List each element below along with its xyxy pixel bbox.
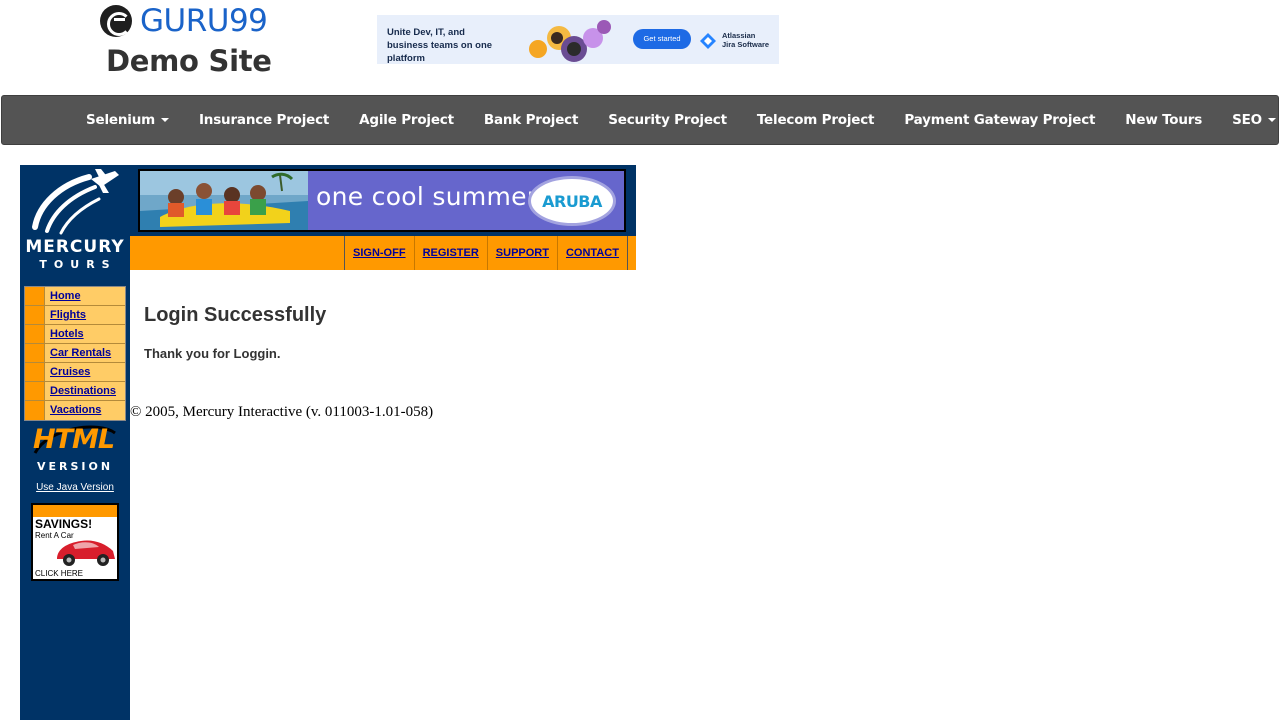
nav-bank-project[interactable]: Bank Project: [469, 96, 593, 144]
side-menu-link-flights[interactable]: Flights: [45, 306, 86, 324]
html-version-big: HTML: [33, 424, 115, 455]
side-menu-item-home: Home: [25, 287, 125, 306]
nav-security-project[interactable]: Security Project: [593, 96, 742, 144]
brand-name: GURU99: [140, 3, 268, 39]
nav-new-tours[interactable]: New Tours: [1110, 96, 1217, 144]
support-link[interactable]: SUPPORT: [488, 236, 558, 270]
use-java-version-link[interactable]: Use Java Version: [20, 482, 130, 493]
main-navbar: Selenium Insurance Project Agile Project…: [1, 95, 1279, 145]
side-menu-link-car-rentals[interactable]: Car Rentals: [45, 344, 111, 362]
ad-people-illustration: [525, 18, 617, 62]
red-car-icon: [57, 540, 115, 566]
sign-off-link[interactable]: SIGN-OFF: [345, 236, 415, 270]
advertisement-banner[interactable]: Unite Dev, IT, and business teams on one…: [377, 15, 779, 64]
nav-selenium-label: Selenium: [86, 112, 155, 128]
guru99-logo[interactable]: GURU99 Demo Site: [100, 4, 272, 80]
register-link[interactable]: REGISTER: [415, 236, 488, 270]
ad-atlassian-brand: Atlassian Jira Software: [699, 29, 777, 51]
mercury-logo-line2: TOURS: [39, 258, 117, 271]
aruba-ad-banner[interactable]: one cool summer ARUBA: [138, 169, 626, 232]
contact-link[interactable]: CONTACT: [558, 236, 628, 270]
html-version-logo: HTML VERSION: [29, 423, 121, 479]
side-menu-link-destinations[interactable]: Destinations: [45, 382, 116, 400]
menu-bullet: [25, 325, 45, 343]
nav-seo[interactable]: SEO: [1217, 96, 1280, 144]
side-menu-item-hotels: Hotels: [25, 325, 125, 344]
nav-agile-project[interactable]: Agile Project: [344, 96, 469, 144]
ad-brand-line2: Jira Software: [722, 40, 770, 49]
menu-bullet: [25, 306, 45, 324]
mercury-logo-line1: MERCURY: [25, 237, 125, 257]
savings-ad-title: SAVINGS!: [35, 517, 93, 531]
aruba-banner-text: one cool summer: [316, 182, 538, 211]
savings-ad[interactable]: SAVINGS! Rent A Car CLICK HERE: [31, 503, 119, 581]
side-menu-item-destinations: Destinations: [25, 382, 125, 401]
caret-down-icon: [160, 118, 169, 122]
menu-bullet: [25, 363, 45, 381]
jira-icon: [700, 33, 716, 49]
nav-insurance-project[interactable]: Insurance Project: [184, 96, 344, 144]
side-menu-link-cruises[interactable]: Cruises: [45, 363, 90, 381]
ad-get-started-button[interactable]: Get started: [633, 29, 691, 49]
nav-selenium[interactable]: Selenium: [71, 96, 184, 144]
side-menu-item-car-rentals: Car Rentals: [25, 344, 125, 363]
mercury-sidebar: MERCURY TOURS Home Flights Hotels Car Re…: [20, 165, 130, 720]
mercury-tours-logo: MERCURY TOURS: [25, 169, 125, 277]
login-thank-you-message: Thank you for Loggin.: [144, 346, 281, 361]
nav-seo-label: SEO: [1232, 112, 1262, 128]
mercury-side-menu: Home Flights Hotels Car Rentals Cruises …: [24, 286, 126, 421]
mercury-top-banner: one cool summer ARUBA: [130, 165, 636, 236]
brand-subtitle: Demo Site: [106, 44, 272, 78]
side-menu-link-vacations[interactable]: Vacations: [45, 401, 101, 420]
aruba-logo-text: ARUBA: [542, 192, 602, 211]
side-menu-item-cruises: Cruises: [25, 363, 125, 382]
html-version-sub: VERSION: [36, 460, 114, 473]
nav-telecom-project[interactable]: Telecom Project: [742, 96, 889, 144]
side-menu-item-vacations: Vacations: [25, 401, 125, 420]
guru99-logo-icon: [100, 5, 132, 37]
savings-ad-stripe: [33, 505, 117, 517]
side-menu-link-hotels[interactable]: Hotels: [45, 325, 84, 343]
menu-bullet: [25, 401, 45, 420]
menu-bullet: [25, 382, 45, 400]
ad-brand-line1: Atlassian: [722, 31, 756, 40]
menu-bullet: [25, 344, 45, 362]
nav-payment-gateway-project[interactable]: Payment Gateway Project: [889, 96, 1110, 144]
copyright-footer: © 2005, Mercury Interactive (v. 011003-1…: [130, 404, 434, 420]
mercury-top-nav: SIGN-OFF REGISTER SUPPORT CONTACT: [130, 236, 636, 270]
login-success-heading: Login Successfully: [144, 304, 327, 326]
menu-bullet: [25, 287, 45, 305]
airplane-icon: [32, 169, 119, 235]
beach-photo: [140, 171, 308, 230]
side-menu-item-flights: Flights: [25, 306, 125, 325]
aruba-logo: ARUBA: [528, 176, 616, 226]
side-menu-link-home[interactable]: Home: [45, 287, 81, 305]
ad-headline: Unite Dev, IT, and business teams on one…: [387, 27, 493, 64]
caret-down-icon: [1267, 118, 1276, 122]
savings-ad-click-here: CLICK HERE: [35, 569, 84, 578]
